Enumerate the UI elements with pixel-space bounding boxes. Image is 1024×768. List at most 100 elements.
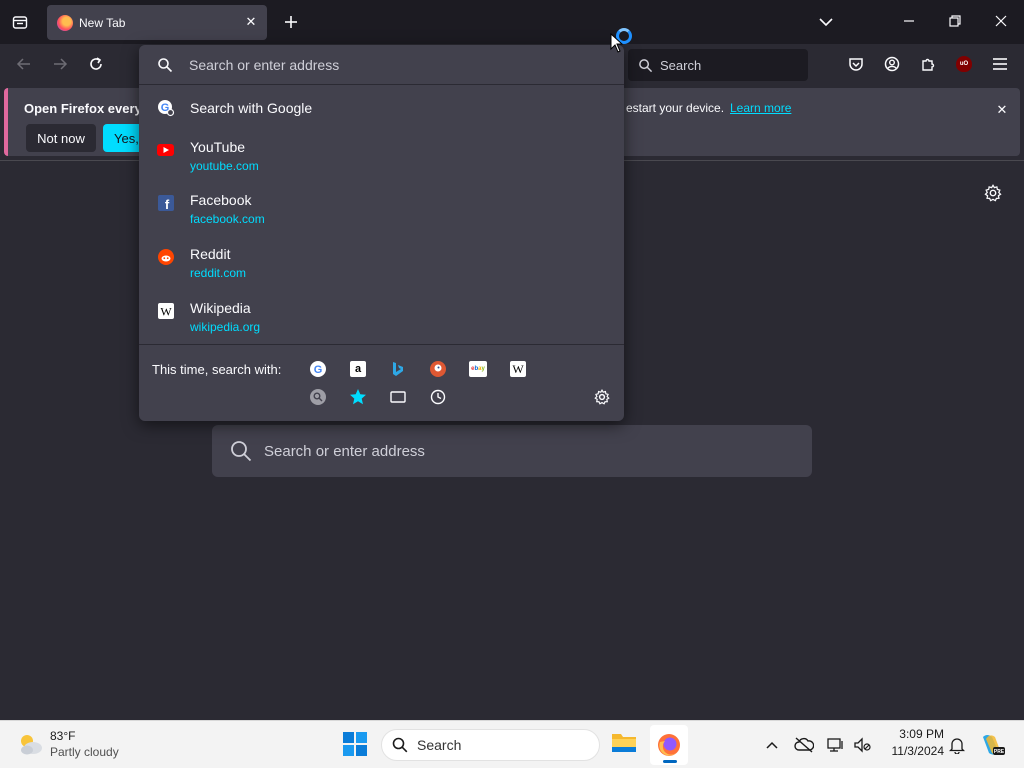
- app-menu-button[interactable]: [986, 50, 1014, 78]
- bell-icon: [949, 738, 965, 754]
- suggestion-title: Reddit: [190, 246, 231, 262]
- notification-message: Open Firefox every ti: [24, 101, 154, 116]
- personalize-new-tab-button[interactable]: [980, 180, 1006, 206]
- weather-widget[interactable]: 83°F Partly cloudy: [16, 727, 156, 763]
- bing-icon: [393, 362, 403, 376]
- amazon-engine-button[interactable]: a: [346, 358, 370, 380]
- gear-icon: [984, 184, 1002, 202]
- suggestion-title: Facebook: [190, 192, 252, 208]
- network-button[interactable]: [824, 733, 848, 757]
- onedrive-button[interactable]: [792, 733, 816, 757]
- show-hidden-icons-button[interactable]: [760, 733, 784, 757]
- content-search-placeholder: Search or enter address: [264, 442, 425, 460]
- svg-text:PRE: PRE: [994, 749, 1005, 755]
- google-engine-button[interactable]: G: [306, 358, 330, 380]
- tab-new-tab[interactable]: New Tab ✕: [47, 5, 267, 40]
- taskbar: 83°F Partly cloudy Search 3:09 PM 11/3/2…: [0, 720, 1024, 768]
- firefox-view-button[interactable]: [6, 8, 34, 36]
- close-tab-icon[interactable]: ✕: [243, 14, 259, 30]
- file-explorer-button[interactable]: [610, 729, 640, 759]
- copilot-button[interactable]: PRE: [978, 731, 1006, 759]
- duckduckgo-icon: [430, 361, 446, 377]
- bing-engine-button[interactable]: [386, 358, 410, 380]
- suggestion-reddit[interactable]: Reddit reddit.com: [139, 242, 624, 292]
- suggestion-title: YouTube: [190, 139, 246, 155]
- amazon-icon: a: [350, 361, 366, 377]
- tab-title: New Tab: [79, 15, 126, 30]
- active-app-indicator: [663, 760, 677, 763]
- notifications-button[interactable]: [945, 733, 969, 757]
- toolbar-search-placeholder: Search: [660, 57, 702, 73]
- start-button[interactable]: [342, 731, 370, 759]
- search-icon: [231, 441, 252, 462]
- weather-condition: Partly cloudy: [50, 745, 119, 759]
- search-engines-mode-button[interactable]: [306, 386, 330, 408]
- chevron-up-icon: [766, 741, 778, 749]
- close-window-button[interactable]: [986, 6, 1016, 36]
- ebay-engine-button[interactable]: ebay: [466, 358, 490, 380]
- close-icon[interactable]: ✕: [992, 100, 1012, 120]
- chevron-down-icon: [819, 18, 833, 27]
- suggestion-youtube[interactable]: YouTube youtube.com: [139, 135, 624, 185]
- ublock-origin-button[interactable]: uO: [950, 50, 978, 78]
- copilot-icon: PRE: [983, 735, 1005, 755]
- clock-date: 11/3/2024: [891, 744, 945, 758]
- taskbar-search-box[interactable]: Search: [381, 729, 600, 761]
- volume-button[interactable]: [851, 733, 875, 757]
- clock[interactable]: 3:09 PM 11/3/2024: [880, 727, 945, 758]
- windows-logo-icon: [343, 732, 367, 756]
- suggestion-facebook[interactable]: f Facebook facebook.com: [139, 188, 624, 238]
- bookmarks-mode-button[interactable]: [346, 386, 370, 408]
- puzzle-icon: [922, 58, 935, 71]
- duckduckgo-engine-button[interactable]: [426, 358, 450, 380]
- search-with-google-item[interactable]: G Search with Google: [139, 89, 624, 127]
- forward-button[interactable]: [46, 50, 74, 78]
- suggestion-url: facebook.com: [190, 212, 265, 226]
- extensions-button[interactable]: [914, 50, 942, 78]
- not-now-button[interactable]: Not now: [26, 124, 96, 152]
- clock-time: 3:09 PM: [899, 727, 944, 741]
- new-tab-button[interactable]: [278, 8, 304, 36]
- google-search-icon: G: [158, 100, 175, 117]
- restore-button[interactable]: [940, 6, 970, 36]
- speaker-muted-icon: [854, 737, 871, 753]
- minimize-button[interactable]: [894, 6, 924, 36]
- suggestion-url: youtube.com: [190, 159, 259, 173]
- suggestion-wikipedia[interactable]: W Wikipedia wikipedia.org: [139, 296, 624, 346]
- notification-message-tail: estart your device.: [626, 101, 725, 115]
- search-engine-icon: [310, 389, 326, 405]
- folder-icon: [612, 734, 636, 752]
- firefox-icon: [658, 734, 680, 756]
- url-input[interactable]: Search or enter address: [139, 45, 624, 85]
- tabs-mode-button[interactable]: [386, 386, 410, 408]
- weather-temperature: 83°F: [50, 729, 76, 743]
- account-button[interactable]: [878, 50, 906, 78]
- one-off-divider: [139, 344, 624, 345]
- back-button[interactable]: [10, 50, 38, 78]
- suggestion-title: Wikipedia: [190, 300, 251, 316]
- search-icon: [158, 57, 173, 72]
- reload-button[interactable]: [82, 50, 110, 78]
- ublock-icon: uO: [956, 56, 972, 72]
- one-off-search-label: This time, search with:: [152, 362, 282, 377]
- display-network-icon: [827, 738, 843, 752]
- content-search-box[interactable]: Search or enter address: [212, 425, 812, 477]
- history-mode-button[interactable]: [426, 386, 450, 408]
- firefox-icon: [57, 14, 73, 31]
- list-all-tabs-button[interactable]: [812, 8, 840, 36]
- toolbar-search-box[interactable]: Search: [628, 49, 808, 81]
- svg-text:f: f: [164, 197, 169, 211]
- plus-icon: [285, 16, 297, 28]
- wikipedia-icon: W: [510, 361, 526, 377]
- wikipedia-engine-button[interactable]: W: [506, 358, 530, 380]
- firefox-taskbar-button[interactable]: [650, 725, 688, 765]
- learn-more-link[interactable]: Learn more: [730, 101, 791, 115]
- search-with-google-label: Search with Google: [190, 100, 313, 116]
- search-icon: [639, 58, 653, 72]
- cloud-offline-icon: [794, 737, 814, 753]
- close-icon: [995, 15, 1007, 27]
- pocket-button[interactable]: [842, 50, 870, 78]
- minimize-icon: [904, 20, 914, 22]
- gear-icon: [594, 389, 610, 405]
- search-settings-button[interactable]: [590, 386, 614, 408]
